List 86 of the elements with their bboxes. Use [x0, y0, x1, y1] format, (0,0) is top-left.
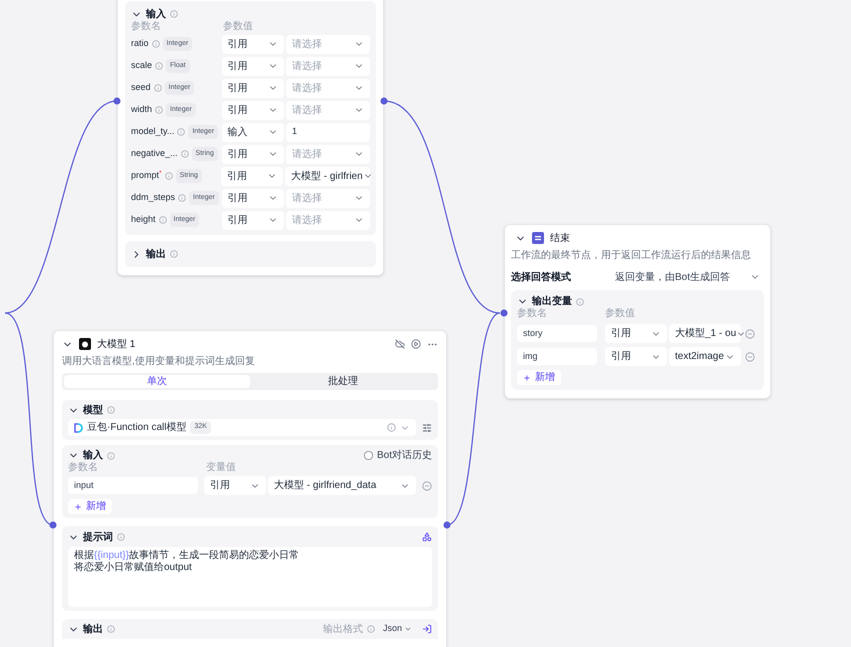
param-name: negative_... — [131, 147, 178, 160]
value-select[interactable]: 大模型_1 - ou — [669, 324, 741, 343]
mode-select[interactable]: 返回变量，由Bot生成回答 — [615, 270, 764, 284]
history-checkbox[interactable] — [364, 451, 373, 460]
info-icon — [180, 150, 189, 158]
section-title: 输出 — [146, 248, 166, 262]
info-icon — [155, 106, 164, 114]
source-select[interactable]: 引用 — [222, 188, 284, 208]
mode-tab[interactable]: 批处理 — [250, 375, 436, 388]
param-name: width — [131, 103, 152, 116]
column-header: 参数名 — [517, 309, 548, 319]
source-select[interactable]: 引用 — [222, 78, 284, 98]
model-logo-icon — [79, 338, 91, 350]
info-icon — [170, 10, 178, 18]
param-name-input[interactable]: input — [68, 477, 198, 494]
info-icon — [154, 84, 162, 92]
column-header: 参数名 — [131, 22, 162, 32]
value-select[interactable]: 大模型 - girlfriend_data — [268, 476, 416, 495]
info-icon — [387, 423, 396, 432]
add-button[interactable]: 新增 — [68, 499, 112, 514]
format-label: 输出格式 — [322, 622, 363, 636]
info-icon — [155, 62, 164, 70]
model-logo-icon — [74, 422, 83, 432]
info-icon — [107, 625, 115, 633]
chevron-down-icon — [404, 625, 412, 633]
column-header: 变量值 — [206, 463, 236, 473]
play-icon[interactable] — [411, 339, 421, 349]
param-name: ddm_steps — [131, 191, 176, 204]
source-select[interactable]: 引用 — [222, 34, 284, 54]
param-name: scale — [131, 59, 152, 72]
settings-icon[interactable] — [422, 422, 432, 432]
shapes-icon[interactable] — [422, 532, 432, 542]
source-select[interactable]: 引用 — [222, 144, 284, 164]
param-name-input[interactable]: story — [517, 325, 597, 342]
section-title: 输入 — [146, 8, 166, 21]
node-description: 工作流的最终节点，用于返回工作流运行后的结果信息 — [511, 248, 752, 263]
source-select[interactable]: 引用 — [605, 324, 667, 343]
section-title: 输出变量 — [532, 294, 572, 308]
source-select[interactable]: 引用 — [222, 56, 284, 76]
param-name: model_ty... — [131, 125, 174, 138]
param-name-input[interactable]: img — [517, 348, 597, 365]
param-name: prompt$^{*}$ — [131, 169, 162, 182]
prompt-editor[interactable]: 根据{{input}}故事情节，生成一段简易的恋爱小日常 将恋爱小日常赋值给output — [68, 547, 432, 607]
section-title: 输出 — [83, 622, 103, 636]
info-icon — [177, 128, 186, 136]
field-label: 选择回答模式 — [511, 270, 572, 284]
info-icon — [576, 298, 584, 306]
info-icon — [366, 625, 375, 633]
cloud-off-icon[interactable] — [395, 339, 405, 349]
value-select[interactable]: 大模型 - girlfrien — [284, 166, 370, 186]
export-icon[interactable] — [422, 624, 432, 634]
column-header: 参数名 — [68, 463, 99, 473]
info-icon — [164, 172, 173, 180]
source-select[interactable]: 输入 — [222, 122, 284, 142]
source-select[interactable]: 引用 — [221, 166, 284, 186]
param-name: seed — [131, 81, 151, 94]
param-name: height — [131, 213, 156, 226]
end-node-icon — [532, 232, 544, 244]
source-select[interactable]: 引用 — [605, 347, 667, 366]
node-title: 结束 — [550, 232, 570, 246]
section-title: 输入 — [83, 448, 103, 462]
mode-tab[interactable]: 单次 — [64, 375, 250, 388]
plus-icon — [74, 502, 82, 510]
info-icon — [158, 216, 167, 224]
source-select[interactable]: 引用 — [222, 100, 284, 120]
info-icon — [178, 194, 186, 202]
value-select[interactable]: text2image — [669, 347, 741, 366]
info-icon — [117, 533, 125, 541]
column-header: 参数值 — [223, 22, 253, 32]
info-icon — [152, 40, 160, 48]
section-title: 模型 — [83, 404, 103, 418]
info-icon — [170, 250, 178, 258]
format-select[interactable]: Json — [382, 622, 412, 636]
info-icon — [107, 452, 115, 460]
checkbox-label: Bot对话历史 — [376, 448, 432, 463]
param-name: ratio — [131, 37, 149, 50]
plus-icon — [523, 374, 531, 382]
source-select[interactable]: 引用 — [204, 476, 266, 495]
source-select[interactable]: 引用 — [222, 210, 284, 230]
info-icon — [107, 406, 115, 414]
value-input[interactable]: 1 — [286, 122, 370, 142]
node-description: 调用大语言模型,使用变量和提示词生成回复 — [62, 354, 256, 369]
add-button[interactable]: 新增 — [517, 370, 561, 385]
section-title: 提示词 — [83, 530, 113, 544]
node-title: 大模型 1 — [97, 338, 136, 352]
column-header: 参数值 — [605, 309, 635, 319]
